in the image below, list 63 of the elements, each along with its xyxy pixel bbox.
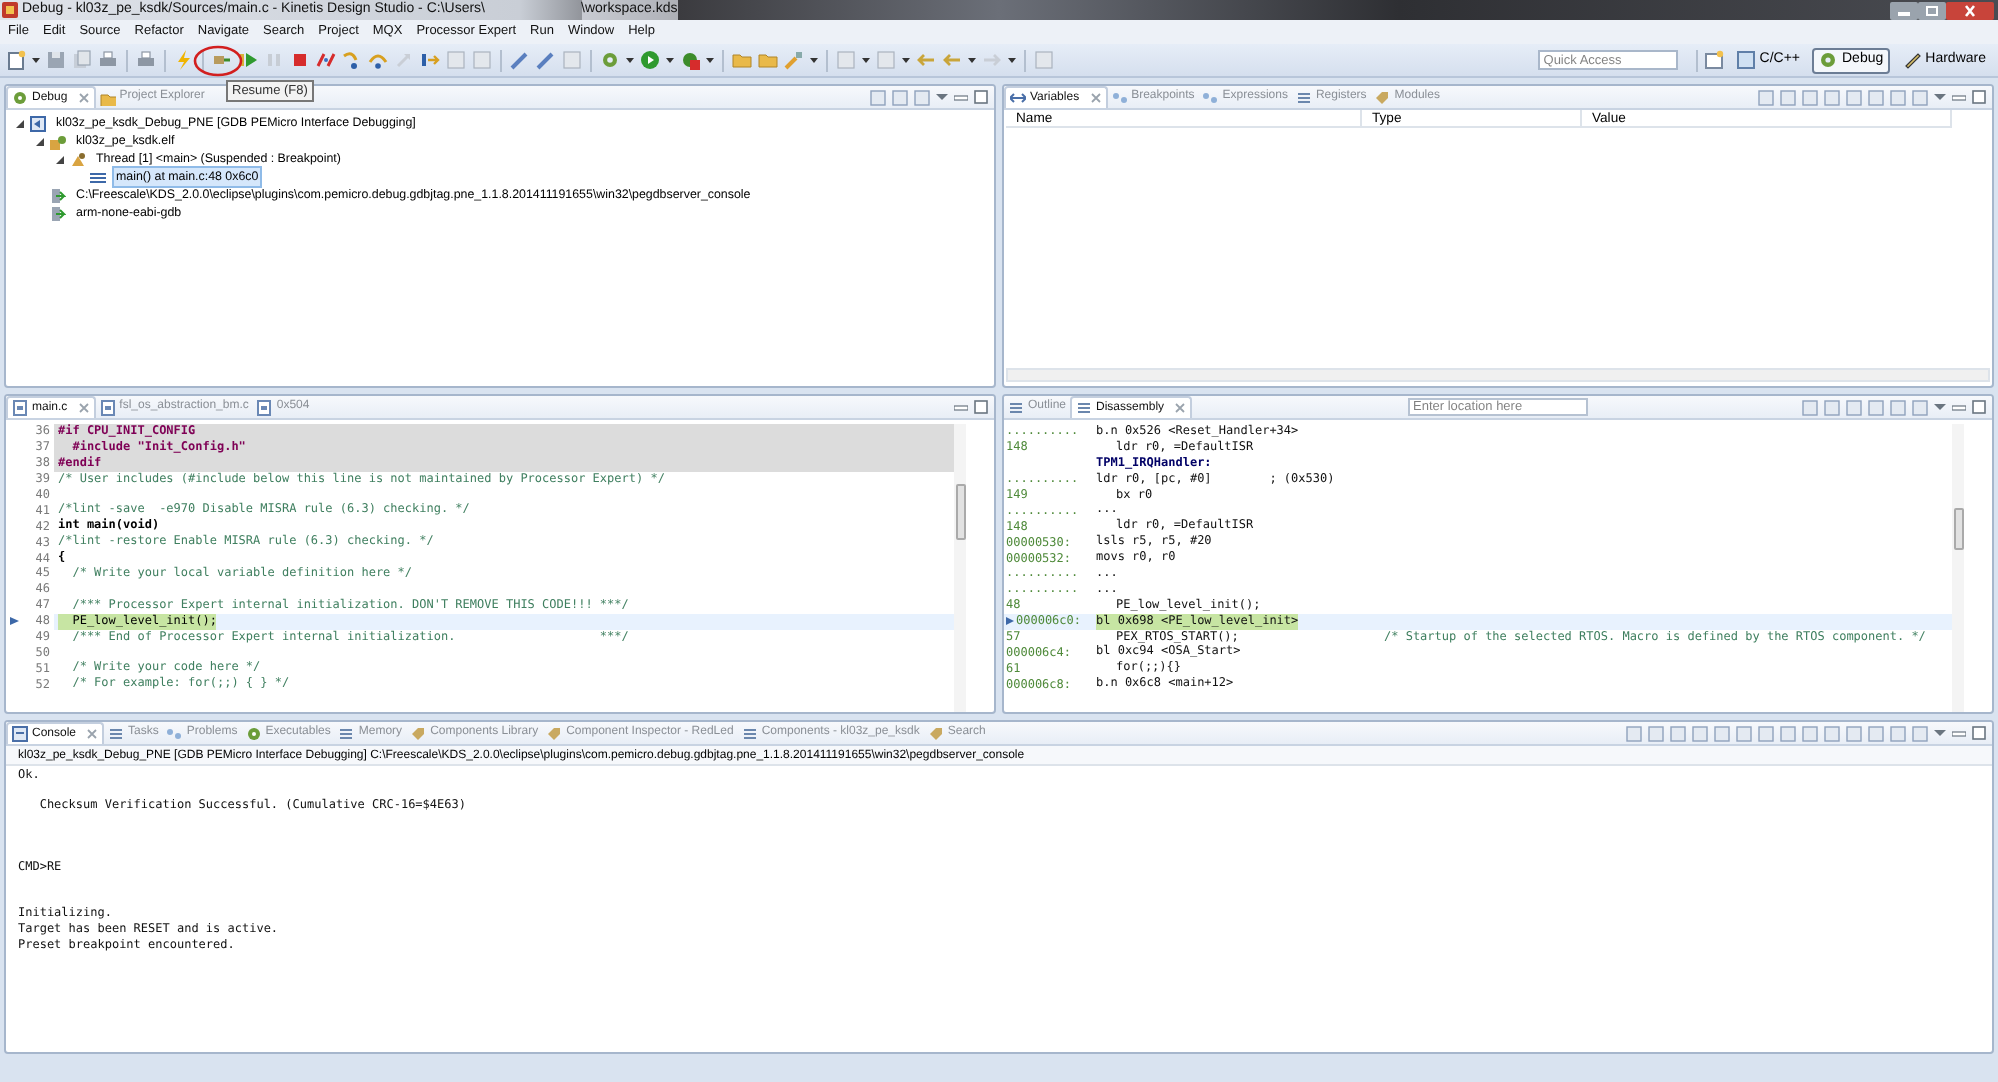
stack-frame-icon [90,169,106,185]
step-into-icon[interactable] [342,50,362,70]
list-icon [1295,89,1312,105]
disconnect-icon[interactable] [316,50,336,70]
app-icon [2,2,18,18]
plug-icon[interactable] [212,50,232,70]
instruction-step-icon[interactable] [420,50,440,70]
debug-icon[interactable] [680,50,700,70]
annotation-ring [192,44,244,78]
open-perspective-icon[interactable] [1703,50,1724,70]
view-menu-icon[interactable] [1934,401,1946,413]
printer-icon[interactable] [98,50,118,70]
tag-icon [546,725,563,741]
stop-icon[interactable] [290,50,310,70]
list-icon [108,725,125,741]
collapse-icon[interactable] [14,117,26,129]
maximize-icon[interactable] [1918,1,1946,19]
new-file-icon[interactable] [6,50,26,70]
console-icon [12,726,28,742]
step-over-icon[interactable] [368,50,388,70]
thread-icon [70,151,86,167]
caret-icon[interactable] [968,56,976,64]
caret-icon[interactable] [626,56,634,64]
collapse-icon[interactable] [54,153,66,165]
folder-icon [99,89,116,105]
documents-icon[interactable] [72,50,92,70]
caret-icon[interactable] [1008,56,1016,64]
file-icon [99,399,116,415]
dots-icon [1202,89,1219,105]
dots-icon [166,725,183,741]
caret-icon[interactable] [902,56,910,64]
list-icon [338,725,355,741]
print-icon[interactable] [136,50,156,70]
launch-icon [30,115,46,131]
instruction-pointer-icon [10,616,20,627]
run-icon[interactable] [640,50,660,70]
caret-icon[interactable] [666,56,674,64]
brackets-icon [1010,90,1026,106]
instruction-pointer-icon [1006,616,1014,627]
view-menu-icon[interactable] [1934,727,1946,739]
resume-icon[interactable] [238,50,258,70]
caret-icon[interactable] [32,56,40,64]
tag-icon [1374,89,1391,105]
caret-icon[interactable] [810,56,818,64]
minimize-icon[interactable] [1890,1,1918,19]
file-icon [12,400,28,416]
lightning-icon[interactable] [174,50,194,70]
dots-icon [1111,89,1128,105]
caret-icon[interactable] [706,56,714,64]
list-icon [1008,399,1024,415]
file-icon [256,399,273,415]
list-icon [1076,400,1093,416]
caret-icon[interactable] [862,56,870,64]
tag-icon [927,725,944,741]
view-menu-icon[interactable] [1934,91,1946,103]
close-icon[interactable] [1946,1,1994,19]
list-icon [741,725,758,741]
view-menu-icon[interactable] [936,91,948,103]
tag-icon [410,725,427,741]
grid-icon[interactable] [562,50,582,70]
grid-icon[interactable] [1034,50,1054,70]
cpp-perspective-icon [1735,50,1756,70]
collapse-icon[interactable] [34,135,46,147]
